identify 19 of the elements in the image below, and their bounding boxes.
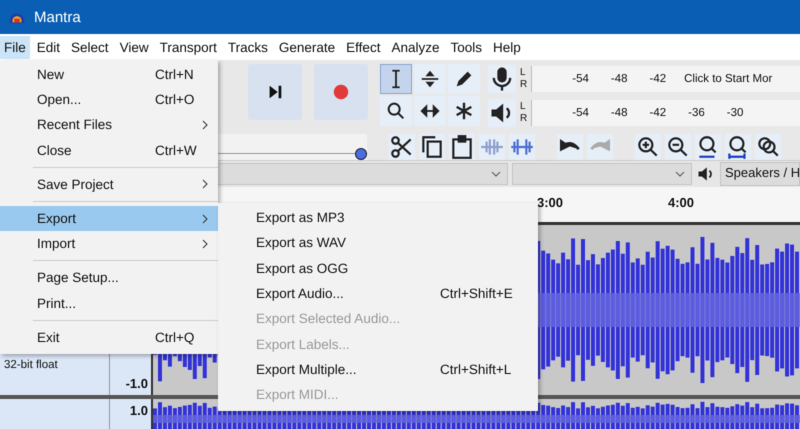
channel-label: R bbox=[520, 79, 528, 91]
meter-tick-label: -30 bbox=[726, 107, 744, 119]
meter-tick-label: -48 bbox=[610, 73, 628, 85]
meter-hint: Click to Start Mor bbox=[684, 73, 772, 85]
meter-tick-label: -54 bbox=[572, 73, 589, 85]
channel-label: R bbox=[520, 113, 528, 125]
channel-label: L bbox=[520, 101, 527, 113]
meter-tick-label: -42 bbox=[649, 107, 666, 119]
meter-tick-label: -42 bbox=[649, 73, 666, 85]
window-title: Mantra bbox=[34, 8, 81, 26]
track-format-text: 32-bit float bbox=[4, 359, 59, 371]
time-label: 4:00 bbox=[668, 195, 694, 210]
meter-tick-label: -54 bbox=[572, 107, 589, 119]
meter-tick-label: -48 bbox=[610, 107, 628, 119]
channel-label: L bbox=[520, 67, 527, 79]
scale-label: 1.0 bbox=[130, 403, 148, 418]
scale-label: -1.0 bbox=[126, 376, 148, 391]
meter-tick-label: -36 bbox=[688, 107, 705, 119]
time-label: 3:00 bbox=[537, 195, 564, 210]
